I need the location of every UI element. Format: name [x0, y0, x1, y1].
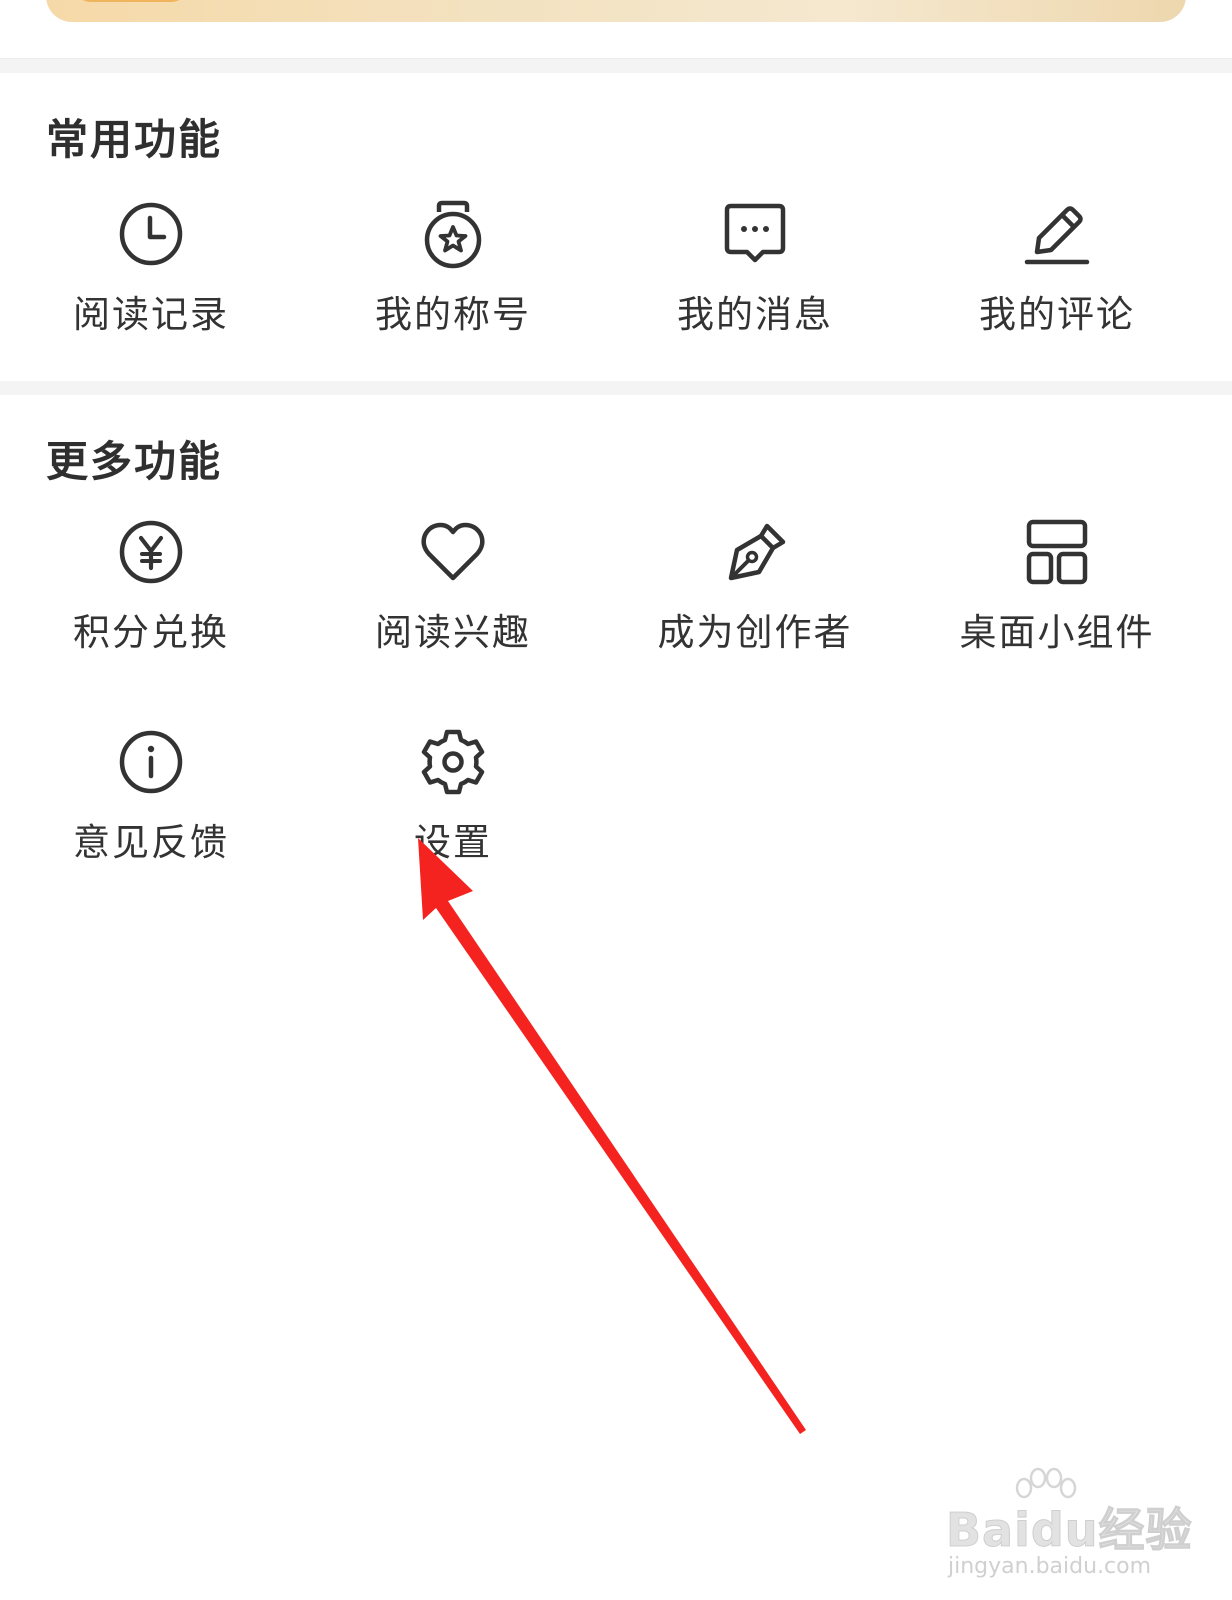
- menu-item-feedback[interactable]: 意见反馈: [26, 724, 276, 866]
- menu-item-label: 意见反馈: [73, 821, 229, 864]
- menu-item-reading-interests[interactable]: 阅读兴趣: [328, 514, 578, 656]
- menu-item-desktop-widget[interactable]: 桌面小组件: [932, 514, 1182, 656]
- menu-item-become-creator[interactable]: 成为创作者: [630, 514, 880, 656]
- pen-nib-icon: [728, 523, 786, 581]
- section-divider: [0, 58, 1232, 73]
- watermark-url: jingyan.baidu.com: [948, 1554, 1152, 1579]
- section-divider: [0, 381, 1232, 395]
- menu-item-my-titles[interactable]: 我的称号: [328, 196, 578, 338]
- menu-item-label: 设置: [414, 821, 492, 864]
- widget-icon: [1026, 519, 1088, 585]
- watermark-brand: Baidu经验: [946, 1503, 1193, 1558]
- heart-icon: [421, 522, 485, 581]
- message-icon: [724, 203, 786, 263]
- edit-icon: [1024, 206, 1090, 265]
- menu-item-label: 我的评论: [979, 293, 1135, 336]
- top-banner[interactable]: [46, 0, 1186, 22]
- clock-icon: [119, 202, 183, 266]
- menu-item-label: 积分兑换: [73, 611, 229, 654]
- section-title-common: 常用功能: [46, 115, 223, 164]
- menu-item-my-messages[interactable]: 我的消息: [630, 196, 880, 338]
- info-icon: [119, 730, 183, 794]
- section-title-more: 更多功能: [46, 437, 223, 486]
- yuan-icon: [119, 520, 183, 584]
- menu-item-label: 阅读记录: [73, 293, 229, 336]
- menu-item-label: 桌面小组件: [959, 611, 1155, 654]
- page: 常用功能 阅读记录 我的称号 我的消息 我的评论 更多功能 积分兑换 阅读兴趣 …: [0, 0, 1232, 1600]
- menu-item-label: 阅读兴趣: [375, 611, 531, 654]
- menu-item-label: 我的消息: [677, 293, 833, 336]
- menu-item-reading-history[interactable]: 阅读记录: [26, 196, 276, 338]
- menu-item-label: 成为创作者: [657, 611, 853, 654]
- menu-item-label: 我的称号: [375, 293, 531, 336]
- menu-item-my-comments[interactable]: 我的评论: [932, 196, 1182, 338]
- medal-icon: [424, 200, 482, 269]
- gear-icon: [421, 729, 485, 795]
- baidu-watermark: Baidu经验 jingyan.baidu.com: [940, 1466, 1210, 1586]
- menu-item-settings[interactable]: 设置: [328, 724, 578, 866]
- banner-decoration: [76, 0, 186, 2]
- menu-item-points-exchange[interactable]: 积分兑换: [26, 514, 276, 656]
